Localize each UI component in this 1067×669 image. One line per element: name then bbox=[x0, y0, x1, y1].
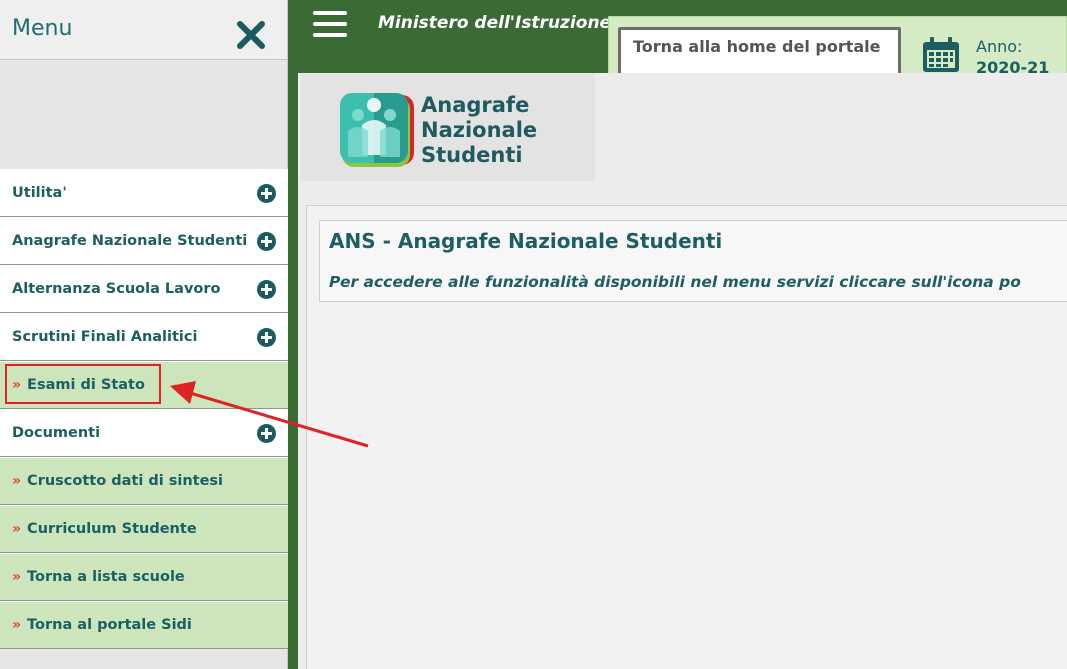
menu-header: Menu bbox=[0, 0, 287, 60]
calendar-icon bbox=[923, 37, 959, 72]
page-title: ANS - Anagrafe Nazionale Studenti bbox=[329, 229, 723, 253]
sidebar-item-label: Torna al portale Sidi bbox=[27, 617, 192, 633]
sidebar-item-label: Utilita' bbox=[12, 185, 67, 201]
sidebar-item-label: Scrutini Finali Analitici bbox=[12, 329, 198, 345]
sidebar-item-alternanza[interactable]: Alternanza Scuola Lavoro bbox=[0, 265, 288, 313]
menu-title: Menu bbox=[12, 16, 73, 41]
plus-icon[interactable] bbox=[257, 184, 276, 203]
chevron-right-icon: » bbox=[12, 521, 22, 537]
chevron-right-icon: » bbox=[12, 377, 22, 393]
page-subtitle: Per accedere alle funzionalità disponibi… bbox=[329, 273, 1021, 291]
ministry-title: Ministero dell'Istruzione bbox=[378, 13, 612, 33]
logo-text-line: Studenti bbox=[421, 143, 523, 167]
sidebar-item-label: Cruscotto dati di sintesi bbox=[27, 473, 224, 489]
plus-icon[interactable] bbox=[257, 232, 276, 251]
sidebar-item-scrutini[interactable]: Scrutini Finali Analitici bbox=[0, 313, 288, 361]
sidebar-menu: Menu Utilita' Anagrafe Nazionale Student… bbox=[0, 0, 288, 669]
logo-text-line: Nazionale bbox=[421, 118, 538, 142]
menu-list: Utilita' Anagrafe Nazionale Studenti Alt… bbox=[0, 169, 288, 649]
chevron-right-icon: » bbox=[12, 569, 22, 585]
sidebar-item-label: Alternanza Scuola Lavoro bbox=[12, 281, 221, 297]
sidebar-item-label: Documenti bbox=[12, 425, 101, 441]
plus-icon[interactable] bbox=[257, 328, 276, 347]
sidebar-item-lista-scuole[interactable]: » Torna a lista scuole bbox=[0, 553, 288, 601]
sidebar-item-label: Curriculum Studente bbox=[27, 521, 197, 537]
sidebar-item-label: Anagrafe Nazionale Studenti bbox=[12, 233, 248, 249]
sidebar-item-cruscotto[interactable]: » Cruscotto dati di sintesi bbox=[0, 457, 288, 505]
sidebar-item-label: Torna a lista scuole bbox=[27, 569, 185, 585]
close-icon[interactable] bbox=[234, 18, 268, 52]
sidebar-item-anagrafe[interactable]: Anagrafe Nazionale Studenti bbox=[0, 217, 288, 265]
logo-text: Anagrafe Nazionale Studenti bbox=[421, 93, 537, 168]
plus-icon[interactable] bbox=[257, 280, 276, 299]
info-card: ANS - Anagrafe Nazionale Studenti Per ac… bbox=[319, 220, 1067, 302]
students-logo-icon bbox=[340, 93, 414, 167]
sidebar-item-esami-di-stato[interactable]: » Esami di Stato bbox=[0, 361, 288, 409]
hamburger-menu-icon[interactable] bbox=[313, 11, 347, 37]
sidebar-item-label: Esami di Stato bbox=[27, 377, 145, 393]
chevron-right-icon: » bbox=[12, 473, 22, 489]
plus-icon[interactable] bbox=[257, 424, 276, 443]
chevron-right-icon: » bbox=[12, 617, 22, 633]
sidebar-item-portale-sidi[interactable]: » Torna al portale Sidi bbox=[0, 601, 288, 649]
sidebar-item-curriculum[interactable]: » Curriculum Studente bbox=[0, 505, 288, 553]
logo-text-line: Anagrafe bbox=[421, 93, 530, 117]
sidebar-item-utilita[interactable]: Utilita' bbox=[0, 169, 288, 217]
sidebar-item-documenti[interactable]: Documenti bbox=[0, 409, 288, 457]
year-label: Anno: bbox=[976, 37, 1023, 56]
